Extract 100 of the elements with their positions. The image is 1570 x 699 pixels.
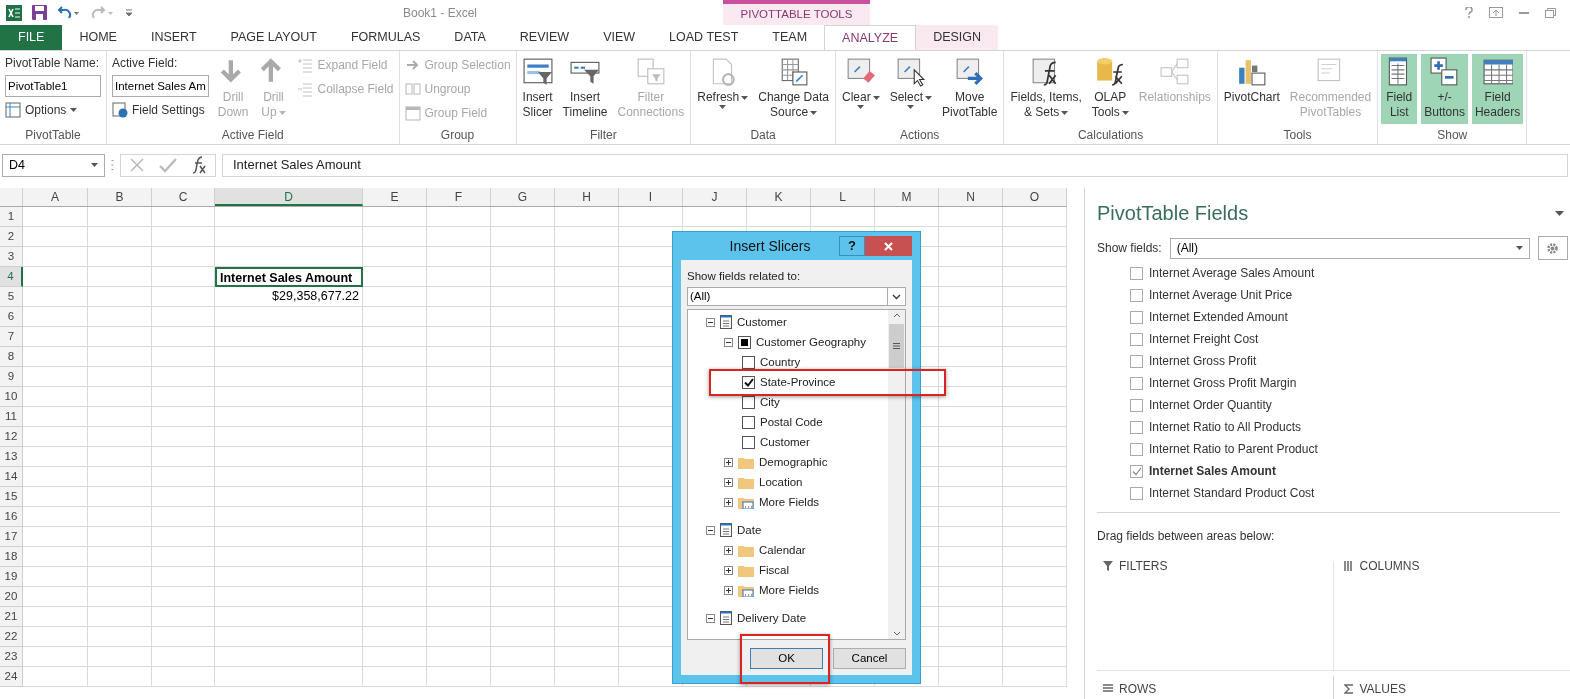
ribbon-tab[interactable]: VIEW (586, 25, 653, 50)
ribbon-large-button[interactable]: Field List (1381, 54, 1418, 124)
row-header[interactable]: 11 (0, 407, 23, 427)
tree-item-label[interactable]: More Fields (759, 493, 820, 511)
ribbon-large-button[interactable]: PivotChart (1220, 54, 1283, 124)
ribbon-tab[interactable]: DESIGN (916, 25, 999, 50)
row-header[interactable]: 9 (0, 367, 23, 387)
row-header[interactable]: 7 (0, 327, 23, 347)
field-name[interactable]: Internet Standard Product Cost (1149, 484, 1315, 502)
ribbon-large-button[interactable]: Select (886, 54, 935, 124)
column-header[interactable]: G (491, 188, 555, 206)
row-header[interactable]: 22 (0, 627, 23, 647)
column-header[interactable]: D (215, 188, 363, 206)
ribbon-tab[interactable]: DATA (437, 25, 503, 50)
column-header[interactable]: L (811, 188, 875, 206)
tree-item-label[interactable]: Country (760, 353, 801, 371)
name-input[interactable]: Internet Sales Am (112, 75, 209, 97)
row-header[interactable]: 15 (0, 487, 23, 507)
ribbon-large-button[interactable]: Clear (838, 54, 883, 124)
column-header[interactable]: K (747, 188, 811, 206)
field-name[interactable]: Internet Ratio to All Products (1149, 418, 1302, 436)
help-button[interactable]: ? (839, 236, 865, 256)
ribbon-large-button[interactable]: Insert Slicer (519, 54, 556, 124)
row-header[interactable]: 21 (0, 607, 23, 627)
row-header[interactable]: 20 (0, 587, 23, 607)
ribbon-large-button[interactable]: Insert Timeline (559, 54, 611, 124)
name-input[interactable]: PivotTable1 (5, 75, 101, 97)
ribbon-large-button[interactable]: Fields, Items, & Sets (1007, 54, 1085, 124)
row-header[interactable]: 18 (0, 547, 23, 567)
tree-item-label[interactable]: Postal Code (760, 413, 823, 431)
table-cell[interactable]: $29,358,677.22 (215, 287, 363, 307)
row-header[interactable]: 1 (0, 207, 23, 227)
row-header[interactable]: 19 (0, 567, 23, 587)
dialog-button[interactable]: OK (750, 648, 823, 669)
name-box[interactable]: D4 (2, 153, 105, 177)
ribbon-tab[interactable]: TEAM (755, 25, 825, 50)
tree-item-label[interactable]: Demographic (759, 453, 828, 471)
tree-item-label[interactable]: Fiscal (759, 561, 790, 579)
ribbon-tab[interactable]: REVIEW (502, 25, 587, 50)
row-header[interactable]: 24 (0, 667, 23, 687)
column-header[interactable]: M (875, 188, 939, 206)
field-name[interactable]: Internet Order Quantity (1149, 396, 1272, 414)
dialog-button[interactable]: Cancel (833, 648, 906, 669)
tree-item-label[interactable]: Customer Geography (756, 333, 866, 351)
tree-item-label[interactable]: Location (759, 473, 803, 491)
ribbon-large-button[interactable]: +/- Buttons (1421, 54, 1468, 124)
column-header[interactable]: N (939, 188, 1003, 206)
ribbon-large-button[interactable]: Field Headers (1471, 54, 1524, 124)
ribbon-tab[interactable]: HOME (62, 25, 134, 50)
ribbon-small-button[interactable]: Field Settings (112, 99, 209, 121)
field-name[interactable]: Internet Gross Profit Margin (1149, 374, 1297, 392)
column-header[interactable]: B (88, 188, 152, 206)
column-header[interactable]: F (427, 188, 491, 206)
ribbon-tab[interactable]: PAGE LAYOUT (213, 25, 334, 50)
tree-item-label[interactable]: Date (737, 521, 762, 539)
row-header[interactable]: 23 (0, 647, 23, 667)
related-dropdown[interactable]: (All) (687, 287, 906, 307)
tree-item-label[interactable]: City (760, 393, 780, 411)
tree-item-label[interactable]: Calendar (759, 541, 806, 559)
column-header[interactable]: J (683, 188, 747, 206)
table-cell[interactable]: Internet Sales Amount (215, 267, 363, 287)
ribbon-large-button[interactable]: Change Data Source (755, 54, 832, 124)
field-name[interactable]: Internet Average Sales Amount (1149, 264, 1315, 282)
row-header[interactable]: 10 (0, 387, 23, 407)
row-header[interactable]: 4 (0, 267, 23, 287)
field-name[interactable]: Internet Ratio to Parent Product (1149, 440, 1318, 458)
row-header[interactable]: 8 (0, 347, 23, 367)
row-header[interactable]: 14 (0, 467, 23, 487)
ribbon-tab[interactable]: LOAD TEST (652, 25, 756, 50)
ribbon-tab[interactable]: ANALYZE (824, 25, 917, 50)
field-name[interactable]: Internet Freight Cost (1149, 330, 1259, 348)
tree-item-label[interactable]: Customer (760, 433, 810, 451)
ribbon-large-button[interactable]: OLAP Tools (1088, 54, 1132, 124)
column-header[interactable]: H (555, 188, 619, 206)
tree-item-label[interactable]: More Fields (759, 581, 820, 599)
ribbon-large-button[interactable]: Refresh (694, 54, 752, 124)
ribbon-tab[interactable]: INSERT (133, 25, 214, 50)
tree-item-label[interactable]: Customer (737, 313, 787, 331)
formula-input[interactable]: Internet Sales Amount (222, 153, 1568, 177)
field-name[interactable]: Internet Average Unit Price (1149, 286, 1293, 304)
row-header[interactable]: 3 (0, 247, 23, 267)
column-header[interactable]: O (1003, 188, 1067, 206)
show-fields-dropdown[interactable]: (All) (1169, 237, 1530, 259)
ribbon-small-button[interactable]: Options (5, 99, 101, 121)
row-header[interactable]: 17 (0, 527, 23, 547)
row-header[interactable]: 12 (0, 427, 23, 447)
column-header[interactable]: I (619, 188, 683, 206)
ribbon-tab[interactable]: FILE (0, 25, 63, 50)
column-header[interactable]: E (363, 188, 427, 206)
column-header[interactable]: A (23, 188, 88, 206)
field-name[interactable]: Internet Sales Amount (1149, 462, 1276, 480)
field-name[interactable]: Internet Gross Profit (1149, 352, 1257, 370)
row-header[interactable]: 5 (0, 287, 23, 307)
field-name[interactable]: Internet Extended Amount (1149, 308, 1288, 326)
ribbon-large-button[interactable]: Move PivotTable (939, 54, 1001, 124)
tree-item-label[interactable]: Delivery Date (737, 609, 807, 627)
row-header[interactable]: 2 (0, 227, 23, 247)
row-header[interactable]: 13 (0, 447, 23, 467)
ribbon-tab[interactable]: FORMULAS (333, 25, 438, 50)
tree-item-label[interactable]: State-Province (760, 373, 836, 391)
